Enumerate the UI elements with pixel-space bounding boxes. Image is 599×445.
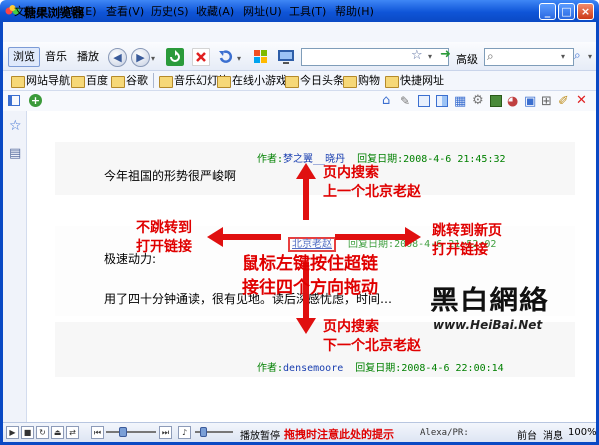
fav-baidu[interactable]: 百度 (70, 73, 108, 89)
prev-track-icon[interactable]: ⏮ (91, 426, 104, 439)
advanced-button[interactable]: 高级 (456, 51, 478, 67)
repeat-icon[interactable]: ↻ (36, 426, 49, 439)
close-tab-icon[interactable]: ✕ (576, 93, 587, 108)
shuffle-icon[interactable]: ⇄ (66, 426, 79, 439)
tiles-icon[interactable]: ⊞ (541, 94, 552, 109)
author-link[interactable]: densemoore (283, 363, 343, 374)
go-arrow-icon[interactable]: ➜ (440, 47, 451, 62)
fav-google[interactable]: 谷歌 (110, 73, 148, 89)
search-icon: ⌕ (487, 49, 494, 63)
panel-icon[interactable] (418, 95, 430, 107)
annotation-up: 页内搜索 上一个北京老赵 (323, 165, 421, 200)
favorites-star-icon[interactable]: ☆ (9, 118, 22, 134)
address-input[interactable] (301, 48, 449, 66)
mode-play-button[interactable]: 播放 (72, 47, 104, 67)
menu-favorites[interactable]: 收藏(A) (196, 3, 234, 19)
grid-icon[interactable]: ▦ (454, 94, 466, 109)
new-tab-icon[interactable]: + (29, 94, 42, 107)
menu-help[interactable]: 帮助(H) (335, 3, 374, 19)
minimize-button[interactable]: _ (539, 3, 556, 20)
maximize-button[interactable]: □ (558, 3, 575, 20)
volume-icon[interactable]: ♪ (178, 426, 191, 439)
next-track-icon[interactable]: ⏭ (159, 426, 172, 439)
pen-icon[interactable]: ✎ (400, 94, 410, 108)
window-icon[interactable]: ▣ (524, 94, 536, 109)
dropdown-icon[interactable]: ▾ (237, 54, 241, 63)
fav-shopping[interactable]: 购物 (342, 73, 380, 89)
annotation-right: 跳转到新页 打开链接 (432, 223, 502, 258)
bookmark-star-icon[interactable]: ☆ (411, 48, 423, 63)
menu-edit[interactable]: 编辑(E) (59, 3, 97, 19)
sidebar-toggle-icon[interactable] (8, 95, 20, 106)
annotation-down: 页内搜索 下一个北京老赵 (323, 319, 421, 354)
arrow-up-shaft (303, 176, 309, 220)
back-icon[interactable]: ◀ (108, 48, 127, 67)
post-text: 今年祖国的形势很严峻啊 (104, 169, 237, 183)
post-meta: 作者:梦之翼__晓丹 回复日期:2008-4-6 21:45:32 (257, 154, 506, 165)
fav-online-games[interactable]: 在线小游戏 (216, 73, 287, 89)
eject-icon[interactable]: ⏏ (51, 426, 64, 439)
brush-icon[interactable]: ✐ (558, 94, 569, 109)
arrow-right-icon (405, 227, 421, 247)
search-go-icon[interactable]: ⌕ (574, 48, 581, 63)
undo-icon[interactable] (217, 48, 235, 66)
arrow-up-icon (296, 163, 316, 179)
menu-view[interactable]: 查看(V) (106, 3, 144, 19)
progress-handle[interactable] (119, 427, 127, 437)
author-link-dragged[interactable]: 北京老赵 (288, 237, 336, 252)
foreground-tab[interactable]: 前台 (517, 427, 537, 442)
play-pause-label[interactable]: 播放暂停 (240, 427, 280, 442)
watermark-url: www.HeiBai.Net (433, 318, 543, 332)
annotation-left: 不跳转到 打开链接 (136, 220, 192, 255)
address-dropdown-icon[interactable]: ▾ (428, 52, 432, 61)
menu-history[interactable]: 历史(S) (151, 3, 189, 19)
arrow-left-shaft (221, 234, 281, 240)
menu-bar (3, 22, 596, 42)
gear-icon[interactable]: ⚙ (472, 93, 484, 108)
fav-quick-links[interactable]: 快捷网址 (384, 73, 444, 89)
theme-icon[interactable]: ◕ (507, 94, 518, 109)
post-meta: 作者:densemoore 回复日期:2008-4-6 22:00:14 (257, 363, 504, 374)
play-icon[interactable]: ▶ (6, 426, 19, 439)
fav-today-headlines[interactable]: 今日头条 (284, 73, 344, 89)
menu-tools[interactable]: 工具(T) (289, 3, 326, 19)
progress-slider[interactable] (106, 431, 156, 433)
messages-tab[interactable]: 消息 (543, 427, 563, 442)
mode-music-button[interactable]: 音乐 (40, 47, 72, 67)
dropdown-icon[interactable]: ▾ (151, 54, 155, 63)
watermark-brand: 黑白網絡 (430, 286, 549, 316)
forward-icon[interactable]: ▶ (131, 48, 150, 67)
stop-media-icon[interactable]: ■ (21, 426, 34, 439)
mode-browse-button[interactable]: 浏览 (8, 47, 40, 67)
arrow-left-icon (207, 227, 223, 247)
arrow-right-shaft (335, 234, 407, 240)
windows-icon[interactable] (252, 48, 270, 66)
close-button[interactable]: × (577, 3, 594, 20)
image-icon[interactable] (490, 95, 502, 107)
search-menu-icon[interactable]: ▾ (588, 52, 592, 61)
zoom-level[interactable]: 100% (568, 427, 597, 438)
annotation-center: 鼠标左键按住超链 接往四个方向拖动 (242, 254, 378, 298)
history-list-icon[interactable]: ▤ (9, 146, 21, 161)
status-hint: 拖拽时注意此处的提示 (284, 428, 394, 441)
monitor-icon[interactable] (277, 48, 295, 66)
menu-url[interactable]: 网址(U) (243, 3, 282, 19)
refresh-icon[interactable] (166, 48, 184, 66)
home-icon[interactable]: ⌂ (382, 93, 390, 108)
stop-icon[interactable] (192, 48, 210, 66)
split-icon[interactable] (436, 95, 448, 107)
search-dropdown-icon[interactable]: ▾ (561, 52, 565, 61)
menu-file[interactable]: 文件(F) (14, 3, 51, 19)
arrow-down-icon (296, 318, 316, 334)
fav-site-nav[interactable]: 网站导航 (10, 73, 70, 89)
alexa-label: Alexa/PR: (420, 428, 469, 438)
fav-divider (153, 73, 154, 88)
volume-handle[interactable] (200, 427, 207, 437)
